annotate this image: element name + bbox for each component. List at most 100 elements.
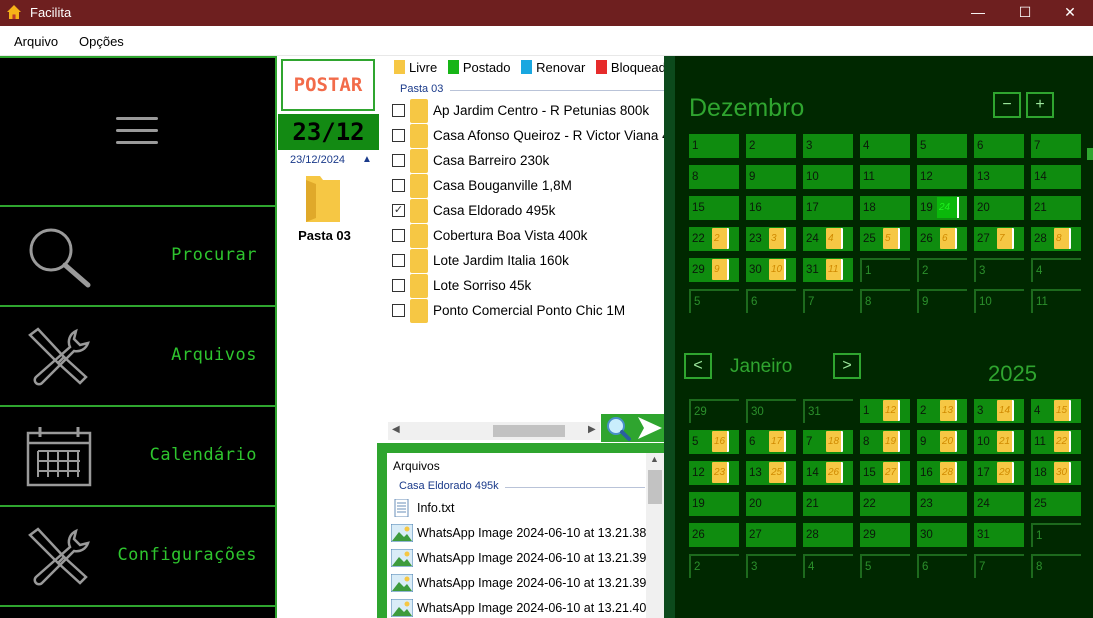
- calendar-day[interactable]: 17 6: [746, 430, 796, 454]
- sidebar-item-arquivos[interactable]: Arquivos: [0, 305, 275, 405]
- minimize-button[interactable]: —: [955, 0, 1001, 26]
- calendar-day[interactable]: 18: [860, 196, 910, 220]
- calendar-day[interactable]: 5: [917, 134, 967, 158]
- calendar-day[interactable]: 6: [974, 134, 1024, 158]
- calendar-day[interactable]: 30: [746, 399, 796, 423]
- list-item[interactable]: Cobertura Boa Vista 400k: [392, 224, 664, 249]
- file-item[interactable]: WhatsApp Image 2024-06-10 at 13.21.38.jp…: [391, 524, 664, 546]
- list-item[interactable]: Casa Barreiro 230k: [392, 149, 664, 174]
- calendar-day[interactable]: 11: [1031, 289, 1081, 313]
- calendar-day[interactable]: 15: [689, 196, 739, 220]
- scrollbar-thumb[interactable]: [648, 470, 662, 504]
- calendar-day[interactable]: 18 7: [803, 430, 853, 454]
- calendar-day[interactable]: 7: [974, 554, 1024, 578]
- calendar-day[interactable]: 27: [746, 523, 796, 547]
- calendar-day[interactable]: 11: [860, 165, 910, 189]
- scroll-up-icon[interactable]: ▲: [650, 454, 659, 464]
- sidebar-item-calendario[interactable]: Calendário: [0, 405, 275, 505]
- list-item[interactable]: Ap Jardim Centro - R Petunias 800k: [392, 99, 664, 124]
- chevron-up-icon[interactable]: ▲: [362, 154, 372, 165]
- calendar-day[interactable]: 21: [803, 492, 853, 516]
- minus-button[interactable]: −: [993, 92, 1021, 118]
- list-item[interactable]: Lote Sorriso 45k: [392, 274, 664, 299]
- calendar-day[interactable]: 4: [1031, 258, 1081, 282]
- calendar-day[interactable]: 21: [1031, 196, 1081, 220]
- calendar-day[interactable]: 8: [860, 289, 910, 313]
- calendar-day[interactable]: 22: [860, 492, 910, 516]
- calendar-day[interactable]: 2: [917, 258, 967, 282]
- calendar-day[interactable]: 29: [860, 523, 910, 547]
- calendar-day[interactable]: 20: [974, 196, 1024, 220]
- list-item[interactable]: Casa Afonso Queiroz - R Victor Viana 400…: [392, 124, 664, 149]
- checkbox[interactable]: [392, 254, 405, 267]
- calendar-day[interactable]: 7: [1031, 134, 1081, 158]
- calendar-day[interactable]: 3 23: [746, 227, 796, 251]
- scroll-right-icon[interactable]: ▶: [588, 424, 596, 435]
- prev-month-button[interactable]: <: [684, 353, 712, 379]
- calendar-day[interactable]: 4: [803, 554, 853, 578]
- list-item[interactable]: ✓ Casa Eldorado 495k: [392, 199, 664, 224]
- checkbox[interactable]: [392, 279, 405, 292]
- file-item[interactable]: WhatsApp Image 2024-06-10 at 13.21.40 (1…: [391, 599, 664, 618]
- calendar-day[interactable]: 22 11: [1031, 430, 1081, 454]
- calendar-day[interactable]: 14: [1031, 165, 1081, 189]
- calendar-day[interactable]: 11 31: [803, 258, 853, 282]
- checkbox[interactable]: [392, 229, 405, 242]
- file-item[interactable]: WhatsApp Image 2024-06-10 at 13.21.39 (1…: [391, 549, 664, 571]
- calendar-day[interactable]: 7 27: [974, 227, 1024, 251]
- calendar-day[interactable]: 23 12: [689, 461, 739, 485]
- calendar-day[interactable]: 28 16: [917, 461, 967, 485]
- calendar-day[interactable]: 1: [860, 258, 910, 282]
- calendar-day[interactable]: 5 25: [860, 227, 910, 251]
- maximize-button[interactable]: ☐: [1002, 0, 1048, 26]
- calendar-day[interactable]: 10: [974, 289, 1024, 313]
- calendar-day[interactable]: 17: [803, 196, 853, 220]
- vertical-scrollbar[interactable]: ▲: [646, 453, 664, 618]
- scroll-left-icon[interactable]: ◀: [392, 424, 400, 435]
- checkbox[interactable]: [392, 304, 405, 317]
- calendar-day[interactable]: 1: [1031, 523, 1081, 547]
- calendar-day[interactable]: 10: [803, 165, 853, 189]
- calendar-day[interactable]: 1: [689, 134, 739, 158]
- next-month-button[interactable]: >: [833, 353, 861, 379]
- calendar-day[interactable]: 2 22: [689, 227, 739, 251]
- calendar-day[interactable]: 20: [746, 492, 796, 516]
- calendar-day[interactable]: 4: [860, 134, 910, 158]
- calendar-day[interactable]: 24 19: [917, 196, 967, 220]
- calendar-day[interactable]: 19 8: [860, 430, 910, 454]
- hamburger-menu-icon[interactable]: [116, 117, 158, 147]
- calendar-day[interactable]: 26 14: [803, 461, 853, 485]
- calendar-day[interactable]: 7: [803, 289, 853, 313]
- calendar-day[interactable]: 20 9: [917, 430, 967, 454]
- calendar-day[interactable]: 2: [746, 134, 796, 158]
- calendar-day[interactable]: 16 5: [689, 430, 739, 454]
- calendar-day[interactable]: 29: [689, 399, 739, 423]
- file-item[interactable]: Info.txt: [391, 499, 651, 521]
- calendar-day[interactable]: 26: [689, 523, 739, 547]
- menu-opcoes[interactable]: Opções: [79, 34, 124, 49]
- calendar-day[interactable]: 29 17: [974, 461, 1024, 485]
- calendar-day[interactable]: 25 13: [746, 461, 796, 485]
- close-button[interactable]: ✕: [1047, 0, 1093, 26]
- calendar-day[interactable]: 28: [803, 523, 853, 547]
- checkbox[interactable]: [392, 104, 405, 117]
- calendar-day[interactable]: 10 30: [746, 258, 796, 282]
- search-button[interactable]: [601, 414, 635, 442]
- calendar-day[interactable]: 3: [803, 134, 853, 158]
- calendar-day[interactable]: 4 24: [803, 227, 853, 251]
- calendar-day[interactable]: 6 26: [917, 227, 967, 251]
- checkbox[interactable]: [392, 154, 405, 167]
- calendar-day[interactable]: 30: [917, 523, 967, 547]
- plus-button[interactable]: +: [1026, 92, 1054, 118]
- calendar-day[interactable]: 13 2: [917, 399, 967, 423]
- sidebar-item-configuracoes[interactable]: Configurações: [0, 505, 275, 605]
- scrollbar-thumb[interactable]: [493, 425, 565, 437]
- folder-icon[interactable]: [302, 174, 344, 224]
- calendar-day[interactable]: 5: [860, 554, 910, 578]
- calendar-day[interactable]: 23: [917, 492, 967, 516]
- checkbox-checked[interactable]: ✓: [392, 204, 405, 217]
- calendar-day[interactable]: 31: [974, 523, 1024, 547]
- calendar-day[interactable]: 21 10: [974, 430, 1024, 454]
- calendar-day[interactable]: 12 1: [860, 399, 910, 423]
- calendar-day[interactable]: 30 18: [1031, 461, 1081, 485]
